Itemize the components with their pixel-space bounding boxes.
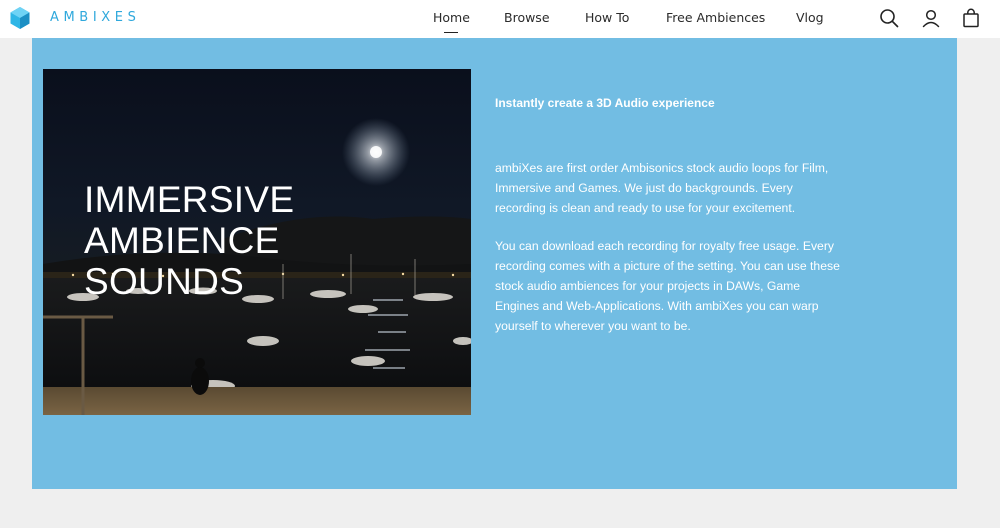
- account-icon[interactable]: [921, 8, 941, 28]
- hero-paragraph-usage: You can download each recording for roya…: [495, 239, 840, 333]
- site-header: AMBIXES Home Browse How To Free Ambience…: [0, 0, 1000, 38]
- nav-home[interactable]: Home: [433, 10, 470, 25]
- nav-how-to[interactable]: How To: [585, 10, 629, 25]
- hero-photo-harbor-night: IMMERSIVE AMBIENCE SOUNDS: [43, 69, 471, 415]
- nav-vlog[interactable]: Vlog: [796, 10, 824, 25]
- hero-title-line: AMBIENCE: [84, 220, 280, 261]
- nav-browse[interactable]: Browse: [504, 10, 550, 25]
- hero-title-line: SOUNDS: [84, 261, 245, 302]
- shopping-bag-icon[interactable]: [961, 8, 981, 28]
- hero-section: IMMERSIVE AMBIENCE SOUNDS Instantly crea…: [32, 38, 957, 489]
- nav-free-ambiences[interactable]: Free Ambiences: [666, 10, 765, 25]
- hero-paragraph-intro: ambiXes are first order Ambisonics stock…: [495, 161, 829, 215]
- hero-tagline: Instantly create a 3D Audio experience: [495, 96, 715, 110]
- hero-description: Instantly create a 3D Audio experience a…: [495, 95, 840, 336]
- main-nav: Home Browse How To Free Ambiences Vlog: [0, 0, 1000, 38]
- hero-title-line: IMMERSIVE: [84, 179, 295, 220]
- search-icon[interactable]: [879, 8, 899, 28]
- hero-title: IMMERSIVE AMBIENCE SOUNDS: [84, 179, 294, 302]
